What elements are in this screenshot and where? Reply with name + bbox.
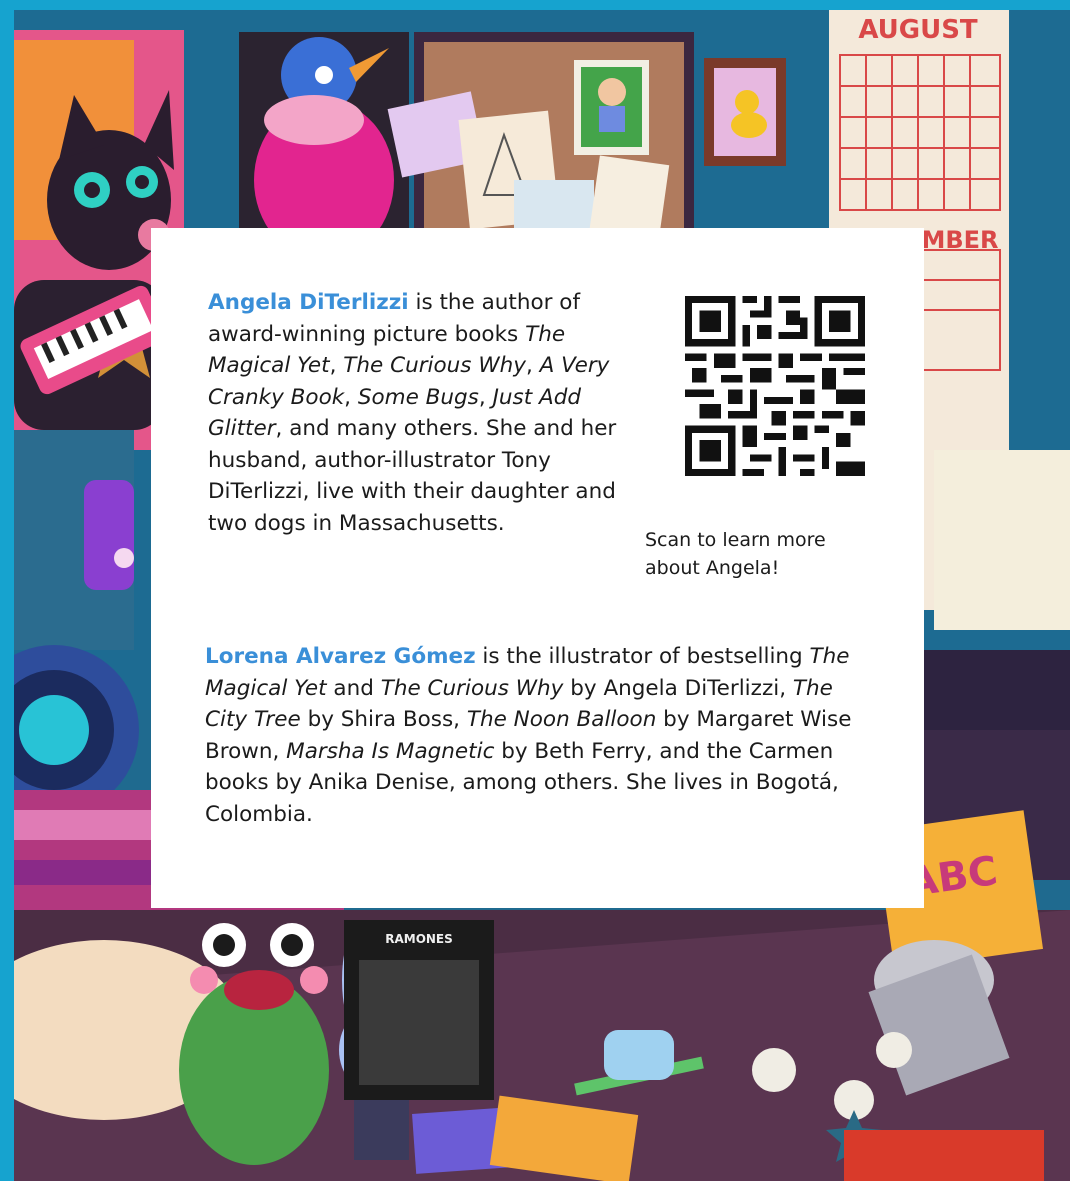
illustrator-bio: Lorena Alvarez Gómez is the illustrator … (205, 644, 852, 827)
calendar-month-august: AUGUST (858, 15, 978, 45)
qr-code-icon[interactable] (685, 296, 865, 476)
book-title: The Curious Why (343, 353, 526, 378)
record-sleeve: RAMONES (344, 920, 494, 1100)
book-title: The Noon Balloon (466, 707, 657, 732)
author-name: Angela DiTerlizzi (208, 290, 409, 315)
duck-picture (704, 58, 786, 166)
info-card: Angela DiTerlizzi is the author of award… (151, 228, 924, 908)
book-title: Some Bugs (357, 384, 479, 410)
record-band-name: RAMONES (385, 932, 453, 946)
author-bio: Angela DiTerlizzi is the author of award… (208, 290, 617, 536)
book-title: Marsha Is Magnetic (286, 738, 495, 764)
book-title: The Curious Why (380, 675, 564, 701)
illustrator-name: Lorena Alvarez Gómez (205, 644, 476, 669)
cork-board (387, 32, 694, 245)
qr-caption: Scan to learn more about Angela! (645, 529, 826, 579)
qr-block[interactable]: Scan to learn more about Angela! (645, 296, 865, 582)
